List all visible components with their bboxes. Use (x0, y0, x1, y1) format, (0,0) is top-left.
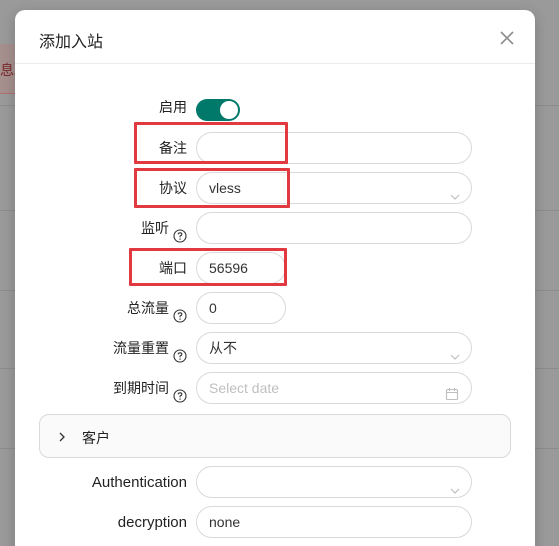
question-circle-icon[interactable] (173, 382, 187, 403)
chevron-down-icon (449, 343, 461, 360)
enable-toggle[interactable] (196, 99, 240, 121)
modal-title: 添加入站 (39, 32, 104, 51)
close-button[interactable] (495, 26, 519, 50)
port-input[interactable]: 56596 (196, 252, 286, 284)
expiry-placeholder: Select date (209, 380, 280, 396)
traffic-reset-row: 流量重置 从不 (15, 332, 535, 366)
enable-row: 启用 (15, 91, 535, 125)
clients-panel-label: 客户 (82, 431, 110, 447)
listen-label: 监听 (141, 212, 187, 246)
protocol-row: 协议 vless (15, 172, 535, 206)
calendar-icon (445, 381, 459, 401)
total-traffic-row: 总流量 0 (15, 292, 535, 326)
toggle-knob (220, 101, 238, 119)
chevron-down-icon (449, 183, 461, 200)
add-inbound-modal: 添加入站 启用 备注 协议 vless 监听 端口 56596 总流量 0 流量… (15, 10, 535, 546)
clients-collapse-panel[interactable]: 客户 (39, 414, 511, 458)
remark-row: 备注 (15, 132, 535, 166)
expiry-date-picker[interactable]: Select date (196, 372, 472, 404)
traffic-reset-value: 从不 (209, 340, 237, 356)
authentication-row: Authentication (15, 466, 535, 500)
expiry-label: 到期时间 (113, 372, 187, 406)
authentication-select[interactable] (196, 466, 472, 498)
listen-row: 监听 (15, 212, 535, 246)
chevron-right-icon (56, 430, 68, 442)
decryption-label: decryption (117, 514, 187, 531)
close-icon (500, 31, 514, 45)
total-traffic-input[interactable]: 0 (196, 292, 286, 324)
remark-label: 备注 (159, 141, 187, 157)
protocol-select[interactable]: vless (196, 172, 472, 204)
decryption-row: decryption none (15, 506, 535, 540)
authentication-label: Authentication (91, 474, 187, 491)
enable-label: 启用 (159, 100, 187, 116)
listen-input[interactable] (196, 212, 472, 244)
modal-header: 添加入站 (15, 10, 535, 64)
port-row: 端口 56596 (15, 252, 535, 286)
question-circle-icon[interactable] (173, 302, 187, 323)
protocol-label: 协议 (159, 181, 187, 197)
protocol-value: vless (209, 180, 241, 196)
question-circle-icon[interactable] (173, 342, 187, 363)
port-label: 端口 (159, 261, 187, 277)
question-circle-icon[interactable] (173, 222, 187, 243)
decryption-input[interactable]: none (196, 506, 472, 538)
chevron-down-icon (449, 477, 461, 494)
total-traffic-label: 总流量 (127, 292, 187, 326)
remark-input[interactable] (196, 132, 472, 164)
traffic-reset-select[interactable]: 从不 (196, 332, 472, 364)
expiry-row: 到期时间 Select date (15, 372, 535, 406)
traffic-reset-label: 流量重置 (113, 332, 187, 366)
